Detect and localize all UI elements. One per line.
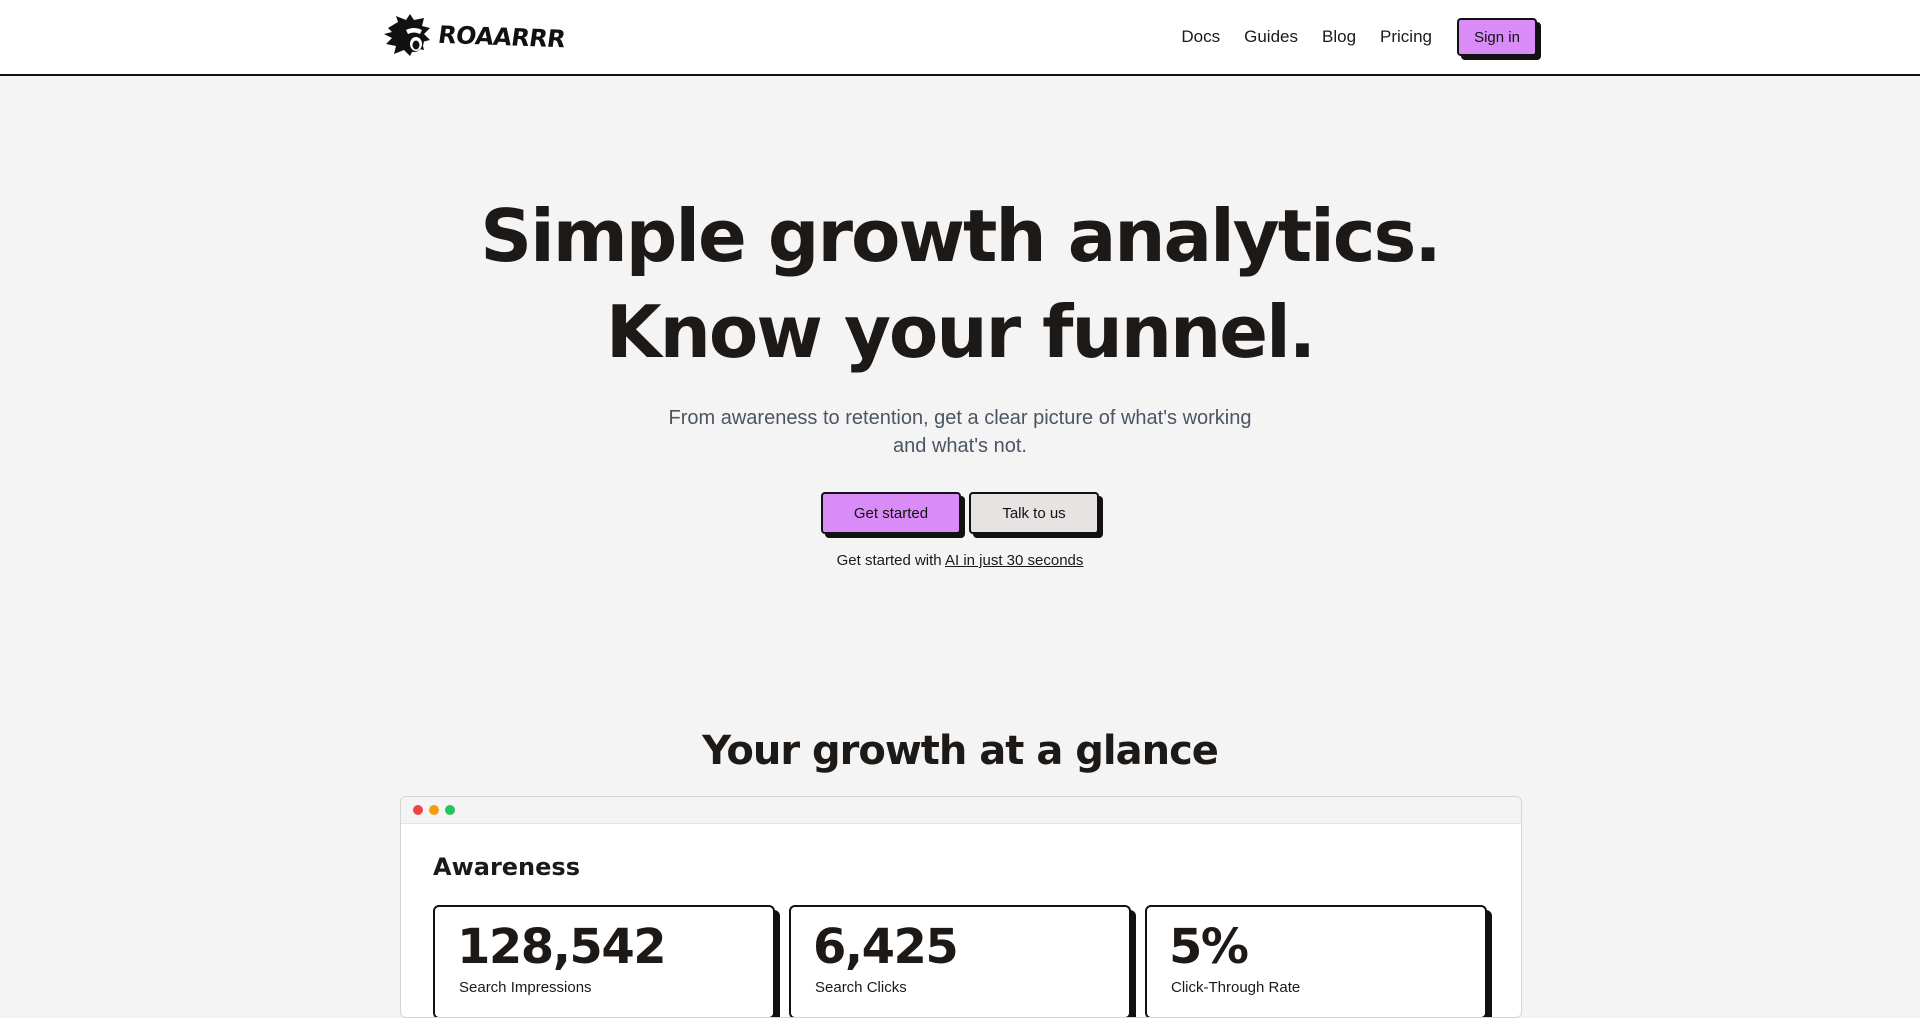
hero-title: Simple growth analytics. Know your funne… [0,188,1920,380]
glance-section-title: Your growth at a glance [702,728,1219,774]
brand-name: ROAARRR [436,20,568,54]
window-minimize-dot [429,805,439,815]
window-close-dot [413,805,423,815]
ai-30-seconds-link[interactable]: AI in just 30 seconds [945,552,1083,569]
metric-value: 128,542 [457,919,667,975]
hero-cta-group: Get started Talk to us [0,492,1920,534]
metric-card: 6,425 Search Clicks [789,905,1131,1017]
talk-to-us-button[interactable]: Talk to us [969,492,1099,534]
awareness-heading: Awareness [433,853,580,881]
window-maximize-dot [445,805,455,815]
get-started-button[interactable]: Get started [821,492,961,534]
hero-subtitle: From awareness to retention, get a clear… [668,407,1252,457]
nav-link-pricing[interactable]: Pricing [1380,27,1432,47]
metric-label: Search Impressions [459,979,592,996]
window-title-bar [401,797,1521,824]
nav-link-docs[interactable]: Docs [1181,27,1220,47]
main-nav: Docs Guides Blog Pricing Sign in [1157,17,1537,57]
hero-title-line-1: Simple growth analytics. [480,194,1441,278]
metric-value: 5% [1169,919,1249,975]
metric-card: 5% Click-Through Rate [1145,905,1487,1017]
top-navigation-bar: ROAARRR Docs Guides Blog Pricing Sign in [0,0,1920,76]
nav-link-blog[interactable]: Blog [1322,27,1356,47]
metric-label: Click-Through Rate [1171,979,1301,996]
ai-get-started-line: Get started with AI in just 30 seconds [0,552,1920,569]
metric-label: Search Clicks [815,979,907,996]
brand-logo[interactable]: ROAARRR [384,14,568,60]
nav-link-guides[interactable]: Guides [1244,27,1298,47]
metric-cards: 128,542 Search Impressions 6,425 Search … [433,905,1491,1017]
hero-title-line-2: Know your funnel. [605,290,1316,374]
ai-line-prefix: Get started with [836,552,945,569]
sign-in-button[interactable]: Sign in [1457,18,1537,56]
lion-head-icon [384,14,430,56]
metric-card: 128,542 Search Impressions [433,905,775,1017]
metric-value: 6,425 [813,919,959,975]
dashboard-preview-window: Awareness 128,542 Search Impressions 6,4… [400,796,1522,1018]
